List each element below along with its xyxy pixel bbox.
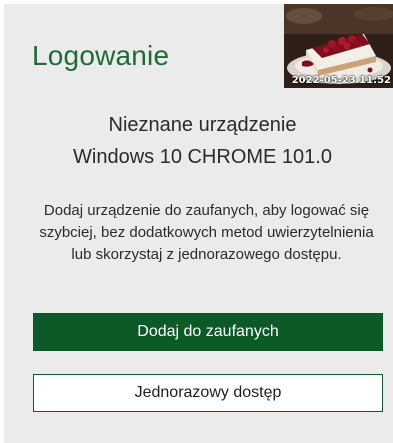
thumbnail-timestamp: 2022-05-23 11:52: [291, 75, 391, 86]
add-to-trusted-button[interactable]: Dodaj do zaufanych: [33, 313, 383, 351]
one-time-access-button[interactable]: Jednorazowy dostęp: [33, 374, 383, 412]
trust-device-description: Dodaj urządzenie do zaufanych, aby logow…: [39, 202, 374, 263]
device-name-label: Windows 10 CHROME 101.0: [73, 146, 332, 168]
security-image-thumbnail: 2022-05-23 11:52: [284, 4, 393, 88]
device-status-label: Nieznane urządzenie: [108, 114, 297, 136]
page-title: Logowanie: [32, 40, 170, 71]
